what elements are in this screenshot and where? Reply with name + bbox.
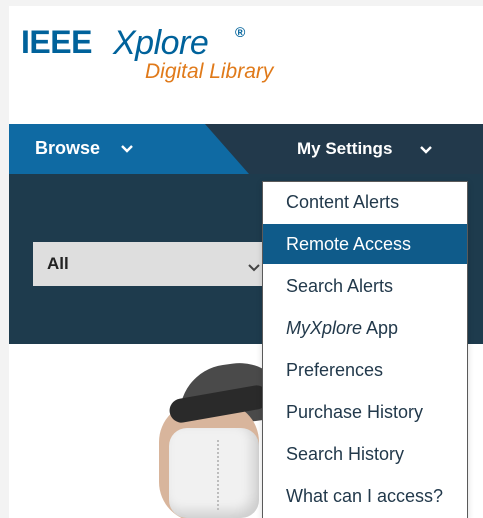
search-scope-value: All: [47, 254, 69, 273]
browse-menu[interactable]: Browse: [9, 124, 249, 174]
logo-ieee-text: IEEE: [21, 24, 92, 60]
menu-item-what-can-i-access[interactable]: What can I access?: [263, 476, 467, 516]
logo-xplore-text: Xplore: [113, 24, 209, 62]
menu-item-purchase-history[interactable]: Purchase History: [263, 392, 467, 432]
page: IEEE Xplore ® Digital Library Browse My …: [9, 6, 483, 518]
logo-digital-library-text: Digital Library: [145, 60, 274, 83]
my-settings-label: My Settings: [297, 139, 393, 158]
menu-item-myxplore-app[interactable]: MyXplore App: [263, 308, 467, 348]
chevron-down-icon: [419, 142, 433, 160]
ieee-xplore-logo[interactable]: IEEE Xplore ® Digital Library: [21, 24, 301, 94]
select-arrow-icon: [247, 260, 261, 278]
app-label: App: [362, 318, 399, 338]
menu-item-preferences[interactable]: Preferences: [263, 350, 467, 390]
menu-item-search-alerts[interactable]: Search Alerts: [263, 266, 467, 306]
browse-label: Browse: [35, 138, 101, 158]
myxplore-label: MyXplore: [286, 318, 363, 338]
chevron-down-icon: [120, 141, 134, 159]
menu-item-remote-access[interactable]: Remote Access: [263, 224, 467, 264]
vr-headset: [169, 428, 259, 518]
menu-item-content-alerts[interactable]: Content Alerts: [263, 182, 467, 222]
logo-registered-mark: ®: [235, 24, 246, 40]
menu-item-search-history[interactable]: Search History: [263, 434, 467, 474]
my-settings-dropdown: Content Alerts Remote Access Search Aler…: [262, 181, 468, 518]
vr-headset-seam: [217, 440, 219, 510]
main-nav: Browse My Settings: [9, 124, 483, 174]
search-scope-select[interactable]: All: [33, 242, 273, 286]
my-settings-menu[interactable]: My Settings: [249, 124, 483, 174]
